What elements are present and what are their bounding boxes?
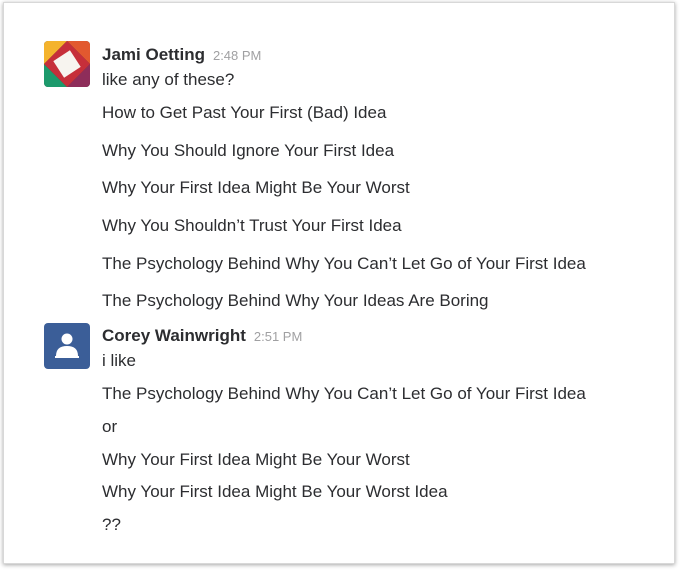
message-header: Jami Oetting 2:48 PM <box>102 45 261 65</box>
message-text: Why Your First Idea Might Be Your Worst <box>102 178 410 197</box>
author-name[interactable]: Jami Oetting <box>102 45 205 64</box>
message-text: How to Get Past Your First (Bad) Idea <box>102 103 387 122</box>
message-text: The Psychology Behind Why You Can’t Let … <box>102 254 586 273</box>
message-text: The Psychology Behind Why You Can’t Let … <box>102 384 586 403</box>
multicolor-logo-avatar-icon[interactable] <box>44 41 90 87</box>
message-text: Why Your First Idea Might Be Your Worst … <box>102 482 448 501</box>
message-text: Why You Should Ignore Your First Idea <box>102 141 395 160</box>
default-user-avatar-icon[interactable] <box>44 323 90 369</box>
message-header: Corey Wainwright 2:51 PM <box>102 326 302 346</box>
message-text: i like <box>102 351 137 370</box>
timestamp[interactable]: 2:48 PM <box>213 48 261 63</box>
message-text: like any of these? <box>102 70 235 89</box>
timestamp[interactable]: 2:51 PM <box>254 329 302 344</box>
message-text: or <box>102 417 118 436</box>
author-name[interactable]: Corey Wainwright <box>102 326 246 345</box>
message-text: Why You Shouldn’t Trust Your First Idea <box>102 216 402 235</box>
message-text: The Psychology Behind Why Your Ideas Are… <box>102 291 489 310</box>
chat-window: Jami Oetting 2:48 PM like any of these? H… <box>3 2 675 564</box>
message-text: Why Your First Idea Might Be Your Worst <box>102 450 410 469</box>
message-text: ?? <box>102 515 121 534</box>
